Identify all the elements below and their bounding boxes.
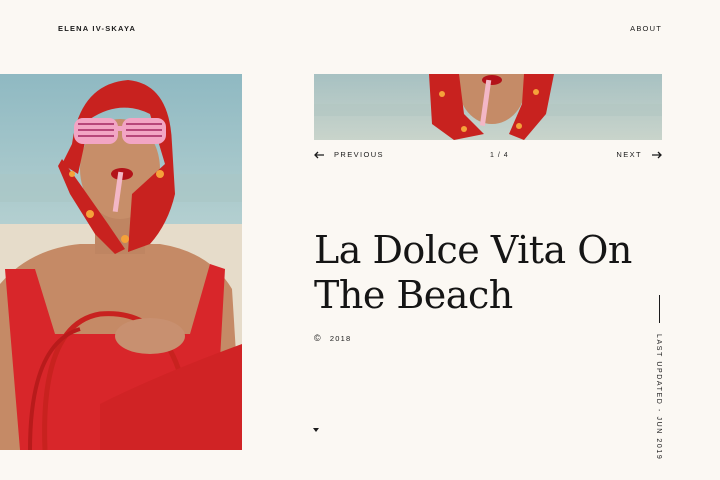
last-updated-label: LAST UPDATED - JUN 2019 xyxy=(655,334,662,461)
arrow-left-icon xyxy=(314,151,324,158)
about-link[interactable]: ABOUT xyxy=(630,24,662,33)
copyright-year: 2018 xyxy=(329,333,352,343)
arrow-right-icon xyxy=(652,151,662,158)
next-label: NEXT xyxy=(616,150,642,159)
caret-down-icon[interactable] xyxy=(313,428,319,432)
next-button[interactable]: NEXT xyxy=(616,150,662,159)
copyright-line: © 2018 xyxy=(314,333,351,343)
previous-button[interactable]: PREVIOUS xyxy=(314,150,384,159)
hero-photo xyxy=(0,74,242,450)
slide-counter: 1 / 4 xyxy=(490,152,509,159)
copyright-icon: © xyxy=(314,333,322,343)
page-title: La Dolce Vita On The Beach xyxy=(314,228,632,317)
vertical-divider xyxy=(659,295,660,323)
brand-logo[interactable]: ELENA IV-SKAYA xyxy=(58,24,136,33)
previous-label: PREVIOUS xyxy=(334,150,384,159)
gallery-thumbnail[interactable] xyxy=(314,74,662,140)
